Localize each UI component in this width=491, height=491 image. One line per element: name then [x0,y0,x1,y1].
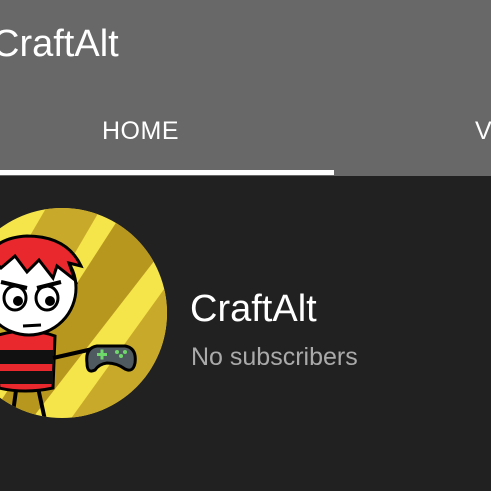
tab-home-label: HOME [102,116,179,145]
channel-tabs: HOME VIDEOS [0,100,491,176]
avatar[interactable] [0,208,167,418]
tab-videos[interactable]: VIDEOS [475,100,491,176]
channel-header: CraftAlt No subscribers [0,176,491,491]
tab-videos-label: VIDEOS [475,116,491,145]
page-title: CraftAlt [0,23,119,65]
tab-home[interactable]: HOME [0,100,334,176]
app-bar: CraftAlt HOME VIDEOS [0,0,491,176]
channel-name: CraftAlt [190,288,317,330]
subscriber-count: No subscribers [191,343,358,371]
tab-selected-indicator [0,170,334,175]
cartoon-gamer-avatar-icon [0,208,167,418]
channel-page: CraftAlt HOME VIDEOS [0,0,491,491]
